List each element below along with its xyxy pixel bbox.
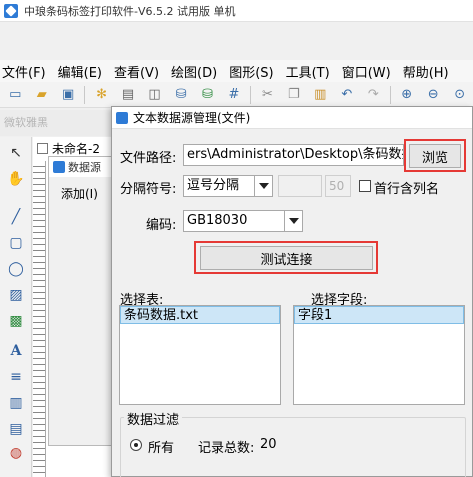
- encoding-select-value: GB18030: [187, 213, 248, 228]
- menu-shape[interactable]: 图形(S): [227, 62, 279, 81]
- database-icon[interactable]: ⛁: [172, 86, 189, 104]
- total-records-value: 20: [260, 437, 277, 452]
- paragraph-tool-icon[interactable]: ≡: [6, 367, 26, 387]
- toolbar-divider: [389, 85, 391, 104]
- vertical-ruler: [33, 161, 46, 477]
- zoom-out-icon[interactable]: ⊖: [424, 86, 441, 104]
- total-records-label: 记录总数:: [198, 441, 255, 456]
- encoding-label: 编码:: [146, 218, 177, 233]
- list-tool-icon[interactable]: ▤: [6, 419, 26, 439]
- text-datasource-dialog: 文本数据源管理(文件) 文件路径: ers\Administrator\Desk…: [111, 106, 473, 477]
- filter-all-radio[interactable]: [130, 439, 142, 451]
- separator-label: 分隔符号:: [120, 182, 177, 197]
- separator-select-value: 逗号分隔: [187, 178, 240, 193]
- left-tool-column: ↖ ✋ ╱ ▢ ◯ ▨ ▩ A ≡ ▥ ▤ ◍: [0, 137, 32, 477]
- picture-tool-icon[interactable]: ▩: [6, 311, 26, 331]
- menu-bar: 文件(F) 编辑(E) 查看(V) 绘图(D) 图形(S) 工具(T) 窗口(W…: [0, 60, 473, 82]
- data-source-dialog: 数据源 添加(I): [48, 156, 118, 446]
- settings-gear-icon[interactable]: ✻: [93, 86, 110, 104]
- zoom-in-icon[interactable]: ⊕: [398, 86, 415, 104]
- menu-view[interactable]: 查看(V): [112, 62, 165, 81]
- image-tool-icon[interactable]: ▨: [6, 285, 26, 305]
- document-tab[interactable]: 未命名-2: [37, 139, 100, 157]
- grid-icon[interactable]: #: [225, 86, 242, 104]
- main-toolbar: ▭ ▰ ▣ ✻ ▤ ◫ ⛁ ⛁ # ✂ ❐ ▥ ↶ ↷ ⊕ ⊖ ⊙: [0, 82, 473, 108]
- shape-tool-icon[interactable]: ◍: [6, 443, 26, 463]
- separator-number-input[interactable]: 50: [325, 175, 351, 197]
- dialog-title: 文本数据源管理(文件): [133, 111, 251, 125]
- menu-tools[interactable]: 工具(T): [284, 62, 336, 81]
- first-row-header-checkbox[interactable]: [359, 180, 371, 192]
- custom-separator-input[interactable]: [278, 175, 322, 197]
- data-filter-label: 数据过滤: [124, 409, 183, 428]
- table-list[interactable]: 条码数据.txt: [119, 305, 281, 405]
- print-icon[interactable]: ▤: [119, 86, 136, 104]
- file-path-input[interactable]: ers\Administrator\Desktop\条码数据.txt: [183, 144, 404, 166]
- zoom-fit-icon[interactable]: ⊙: [451, 86, 468, 104]
- browse-highlight-box: [404, 139, 466, 172]
- line-tool-icon[interactable]: ╱: [6, 207, 26, 227]
- document-tab-icon: [37, 142, 48, 154]
- encoding-select[interactable]: GB18030: [183, 210, 303, 232]
- title-bar: 中琅条码标签打印软件-V6.5.2 试用版 单机: [0, 0, 473, 22]
- menu-draw[interactable]: 绘图(D): [169, 62, 223, 81]
- window-title: 中琅条码标签打印软件-V6.5.2 试用版 单机: [24, 4, 236, 18]
- separator-select[interactable]: 逗号分隔: [183, 175, 273, 197]
- table-list-item[interactable]: 条码数据.txt: [120, 306, 280, 324]
- open-folder-icon[interactable]: ▰: [33, 86, 50, 104]
- copy-icon[interactable]: ❐: [285, 86, 302, 104]
- save-icon[interactable]: ▣: [59, 86, 76, 104]
- menu-edit[interactable]: 编辑(E): [56, 62, 108, 81]
- field-list[interactable]: 字段1: [293, 305, 465, 405]
- database-setup-icon[interactable]: ⛁: [199, 86, 216, 104]
- field-list-item[interactable]: 字段1: [294, 306, 464, 324]
- menu-window[interactable]: 窗口(W): [340, 62, 397, 81]
- pointer-arrow-icon[interactable]: ↖: [6, 143, 26, 163]
- ellipse-tool-icon[interactable]: ◯: [6, 259, 26, 279]
- app-logo-icon: [4, 3, 18, 18]
- first-row-header-label: 首行含列名: [374, 182, 440, 197]
- chevron-down-icon[interactable]: [254, 176, 272, 196]
- data-source-title-bar: 数据源: [49, 157, 117, 177]
- redo-icon[interactable]: ↷: [365, 86, 382, 104]
- cut-icon[interactable]: ✂: [259, 86, 276, 104]
- data-source-title: 数据源: [68, 161, 101, 174]
- toolbar-divider: [84, 85, 86, 104]
- dialog-app-icon: [116, 111, 128, 124]
- hand-pan-icon[interactable]: ✋: [6, 169, 26, 189]
- filter-all-label: 所有: [148, 441, 175, 456]
- add-datasource-button[interactable]: 添加(I): [61, 185, 98, 202]
- document-tab-label: 未命名-2: [52, 141, 100, 156]
- menu-help[interactable]: 帮助(H): [401, 62, 455, 81]
- font-name-select[interactable]: 微软雅黑: [2, 114, 62, 132]
- toolbar-divider: [250, 85, 252, 104]
- rectangle-tool-icon[interactable]: ▢: [6, 233, 26, 253]
- chevron-down-icon[interactable]: [284, 211, 302, 231]
- paste-icon[interactable]: ▥: [312, 86, 329, 104]
- text-tool-icon[interactable]: A: [6, 341, 26, 361]
- dialog-title-bar: 文本数据源管理(文件): [112, 107, 472, 129]
- file-path-label: 文件路径:: [120, 151, 177, 166]
- print-preview-icon[interactable]: ◫: [146, 86, 163, 104]
- data-source-app-icon: [53, 161, 65, 173]
- barcode-tool-icon[interactable]: ▥: [6, 393, 26, 413]
- new-file-icon[interactable]: ▭: [7, 86, 24, 104]
- test-connection-highlight-box: [194, 241, 378, 274]
- menu-file[interactable]: 文件(F): [0, 62, 52, 81]
- undo-icon[interactable]: ↶: [338, 86, 355, 104]
